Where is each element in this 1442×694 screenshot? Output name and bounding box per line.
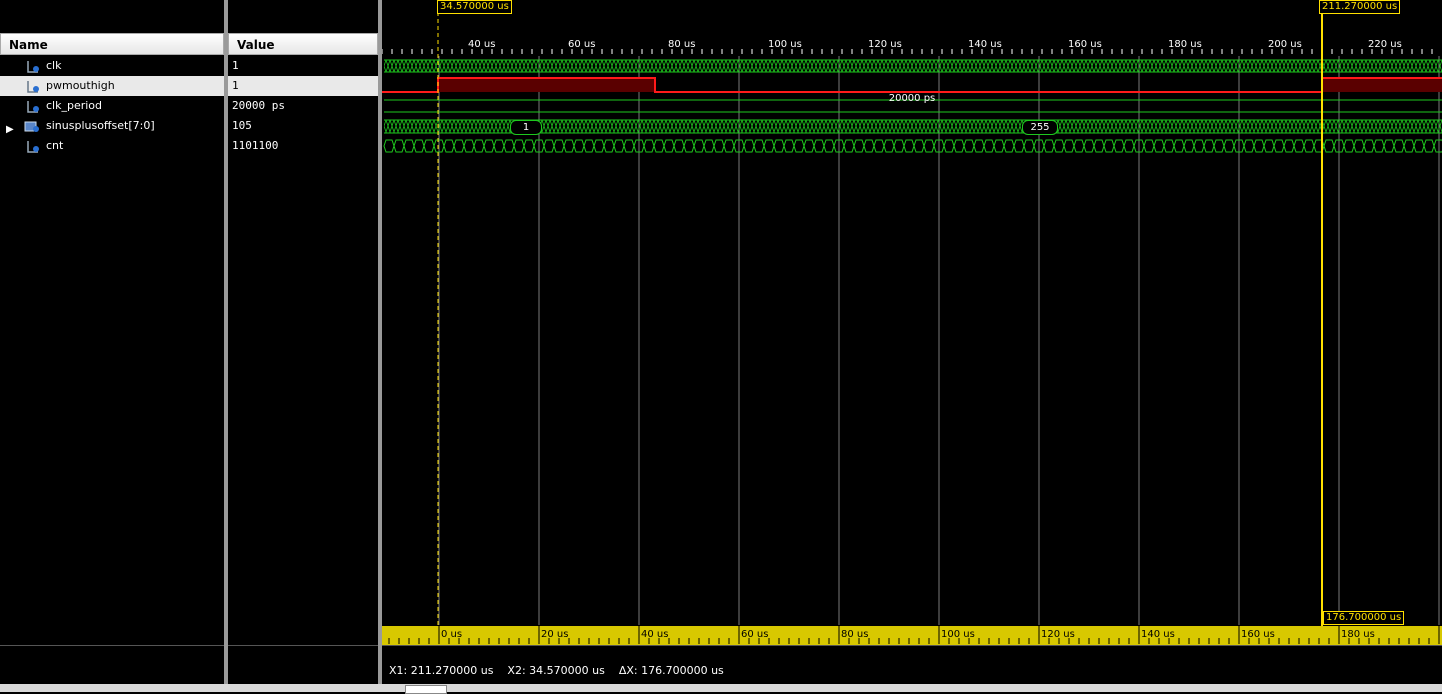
signal-value: 1 [228,76,378,96]
ruler-label: 60 us [741,629,768,640]
cursor-status: X1: 211.270000 us X2: 34.570000 us ΔX: 1… [389,664,724,677]
clk-wave [384,60,1442,72]
cnt-bus [383,139,1442,153]
horizontal-scrollbar[interactable] [0,684,1442,694]
signal-row-clk[interactable]: clk [0,56,224,76]
signal-value: 1 [232,59,239,72]
ruler-label: 160 us [1068,39,1102,50]
ruler-label: 0 us [441,629,462,640]
sinus-bus [384,120,1442,133]
time-ruler-top: 40 us 60 us 80 us 100 us 120 us 140 us 160 us 1… [382,39,1433,54]
ruler-label: 200 us [1268,39,1302,50]
ruler-label: 120 us [1041,629,1075,640]
name-pane: Name clk pwmouthigh clk_period ▶ sinuspl… [0,0,224,692]
ruler-label: 180 us [1341,629,1375,640]
ruler-label: 100 us [768,39,802,50]
sinus-bus-value-label: 255 [1022,120,1058,135]
scrollbar-thumb[interactable] [405,685,447,694]
ruler-label: 180 us [1168,39,1202,50]
pwm-high-fill [438,78,655,92]
value-column-header[interactable]: Value [228,33,378,55]
ruler-label: 40 us [468,39,495,50]
x2-readout: X2: 34.570000 us [507,664,605,677]
signal-name: sinusplusoffset[7:0] [46,119,155,132]
signal-bit-icon [27,81,39,93]
pwm-high-fill [1322,78,1442,92]
signal-row-cnt[interactable]: cnt [0,136,224,156]
ruler-label: 120 us [868,39,902,50]
clk-period-bus-value: 20000 ps [888,93,936,104]
signal-bit-icon [27,101,39,113]
ruler-label: 60 us [568,39,595,50]
signal-value: 105 [232,119,252,132]
name-column-header[interactable]: Name [0,33,224,55]
ruler-label: 220 us [1368,39,1402,50]
cursor-x2-label[interactable]: 34.570000 us [437,0,512,14]
ruler-label: 80 us [841,629,868,640]
cursor-delta-label: 176.700000 us [1323,611,1405,625]
value-pane: Value 1 1 20000 ps 105 1101100 [228,0,378,692]
ruler-label: 40 us [641,629,668,640]
time-gridlines [438,56,1440,625]
signal-row-sinusplusoffset[interactable]: ▶ sinusplusoffset[7:0] [0,116,224,136]
bus-icon [24,121,39,132]
waveforms [382,59,1442,153]
ruler-label: 140 us [1141,629,1175,640]
signal-row-clk-period[interactable]: clk_period [0,96,224,116]
signal-name: pwmouthigh [46,79,115,92]
ruler-label: 100 us [941,629,975,640]
ruler-label: 140 us [968,39,1002,50]
signal-name: clk_period [46,99,103,112]
signal-name: cnt [46,139,64,152]
waveform-view[interactable]: 40 us 60 us 80 us 100 us 120 us 140 us 160 us 1… [382,0,1442,692]
ruler-label: 80 us [668,39,695,50]
value-column-label: Value [237,38,275,52]
signal-bit-icon [27,61,39,73]
signal-bit-icon [27,141,39,153]
cursor-x1-label[interactable]: 211.270000 us [1319,0,1401,14]
ruler-label: 160 us [1241,629,1275,640]
sinus-bus-value-label: 1 [510,120,542,135]
x1-readout: X1: 211.270000 us [389,664,494,677]
time-ruler-bottom: 0 us 20 us 40 us 60 us 80 us 100 us 120 us 140 … [382,626,1442,646]
signal-value: 1101100 [232,139,279,152]
name-column-label: Name [9,38,48,52]
signal-value: 20000 ps [232,99,285,112]
signal-name: clk [46,59,62,72]
ruler-label: 20 us [541,629,568,640]
signal-row-pwmouthigh[interactable]: pwmouthigh [0,76,224,96]
delta-readout: ΔX: 176.700000 us [618,664,724,677]
